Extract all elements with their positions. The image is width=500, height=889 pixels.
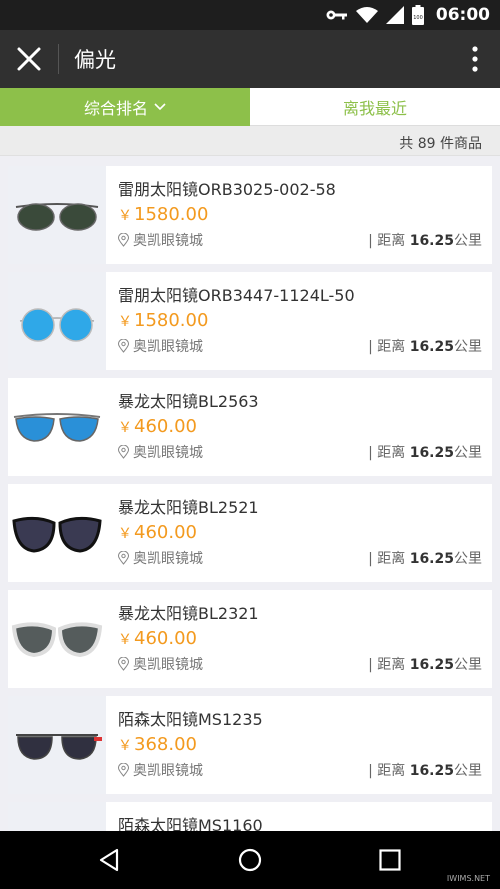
- close-icon[interactable]: [14, 44, 44, 74]
- store-name: 奥凯眼镜城: [118, 760, 203, 780]
- key-icon: [326, 10, 347, 20]
- product-item[interactable]: 陌森太阳镜MS1235 ￥ 368.00 奥凯眼镜城 | 距离 16.25公里: [8, 696, 492, 794]
- app-bar: 偏光: [0, 30, 500, 88]
- page-title: 偏光: [74, 48, 116, 72]
- product-price: ￥ 460.00: [118, 416, 197, 437]
- distance: | 距离 16.25公里: [368, 445, 482, 461]
- store-name: 奥凯眼镜城: [118, 654, 203, 674]
- status-icons: 100: [326, 5, 424, 25]
- tab-nearest[interactable]: 离我最近: [250, 88, 500, 126]
- product-name: 暴龙太阳镜BL2321: [118, 604, 259, 623]
- product-price: ￥ 368.00: [118, 734, 197, 755]
- wifi-icon: [356, 7, 378, 23]
- home-icon[interactable]: [238, 848, 262, 872]
- product-thumbnail: [8, 166, 106, 264]
- distance: | 距离 16.25公里: [368, 763, 482, 779]
- location-pin-icon: [118, 551, 129, 565]
- product-name: 雷朋太阳镜ORB3447-1124L-50: [118, 286, 355, 305]
- product-name: 暴龙太阳镜BL2563: [118, 392, 259, 411]
- location-pin-icon: [118, 763, 129, 777]
- recents-icon[interactable]: [378, 848, 402, 872]
- distance: | 距离 16.25公里: [368, 657, 482, 673]
- product-item[interactable]: 雷朋太阳镜ORB3447-1124L-50 ￥ 1580.00 奥凯眼镜城 | 距…: [8, 272, 492, 370]
- sunglasses-image: [19, 308, 95, 342]
- sunglasses-image: [12, 516, 102, 553]
- appbar-divider: [58, 44, 59, 74]
- sunglasses-image: [16, 734, 102, 760]
- product-item[interactable]: 雷朋太阳镜ORB3025-002-58 ￥ 1580.00 奥凯眼镜城 | 距离 …: [8, 166, 492, 264]
- product-name: 陌森太阳镜MS1235: [118, 710, 263, 729]
- result-count: 共 89 件商品: [399, 136, 482, 152]
- location-pin-icon: [118, 445, 129, 459]
- product-price: ￥ 1580.00: [118, 204, 209, 225]
- store-name: 奥凯眼镜城: [118, 230, 203, 250]
- product-item[interactable]: 暴龙太阳镜BL2521 ￥ 460.00 奥凯眼镜城 | 距离 16.25公里: [8, 484, 492, 582]
- product-thumbnail: [8, 272, 106, 370]
- status-bar: 100 06:00: [0, 0, 500, 30]
- battery-icon: 100: [412, 5, 424, 25]
- location-pin-icon: [118, 233, 129, 247]
- location-pin-icon: [118, 657, 129, 671]
- distance: | 距离 16.25公里: [368, 339, 482, 355]
- watermark: IWIMS.NET: [446, 874, 490, 883]
- product-price: ￥ 1580.00: [118, 310, 209, 331]
- tab-label: 离我最近: [342, 98, 407, 118]
- product-thumbnail: [8, 484, 106, 582]
- store-name: 奥凯眼镜城: [118, 336, 203, 356]
- product-item[interactable]: 暴龙太阳镜BL2563 ￥ 460.00 奥凯眼镜城 | 距离 16.25公里: [8, 378, 492, 476]
- sunglasses-image: [11, 622, 103, 658]
- sunglasses-image: [15, 203, 99, 231]
- back-icon[interactable]: [98, 848, 122, 872]
- product-thumbnail: [8, 378, 106, 476]
- distance: | 距离 16.25公里: [368, 551, 482, 567]
- product-item[interactable]: 暴龙太阳镜BL2321 ￥ 460.00 奥凯眼镜城 | 距离 16.25公里: [8, 590, 492, 688]
- tab-overall-ranking[interactable]: 综合排名: [0, 88, 250, 126]
- status-time: 06:00: [435, 5, 490, 25]
- sort-tabs: 综合排名 离我最近: [0, 88, 500, 126]
- store-name: 奥凯眼镜城: [118, 548, 203, 568]
- product-price: ￥ 460.00: [118, 522, 197, 543]
- product-thumbnail: [8, 590, 106, 688]
- sunglasses-image: [13, 413, 101, 442]
- chevron-down-icon: [154, 103, 166, 111]
- system-nav-bar: IWIMS.NET: [0, 831, 500, 889]
- distance: | 距离 16.25公里: [368, 233, 482, 249]
- battery-level: 100: [413, 15, 423, 21]
- product-thumbnail: [8, 696, 106, 794]
- tab-label: 综合排名: [83, 99, 148, 118]
- product-name: 暴龙太阳镜BL2521: [118, 498, 259, 517]
- more-options-icon[interactable]: [470, 44, 480, 74]
- result-count-bar: 共 89 件商品: [0, 126, 500, 156]
- product-name: 雷朋太阳镜ORB3025-002-58: [118, 180, 336, 199]
- product-price: ￥ 460.00: [118, 628, 197, 649]
- store-name: 奥凯眼镜城: [118, 442, 203, 462]
- signal-icon: [386, 6, 404, 24]
- location-pin-icon: [118, 339, 129, 353]
